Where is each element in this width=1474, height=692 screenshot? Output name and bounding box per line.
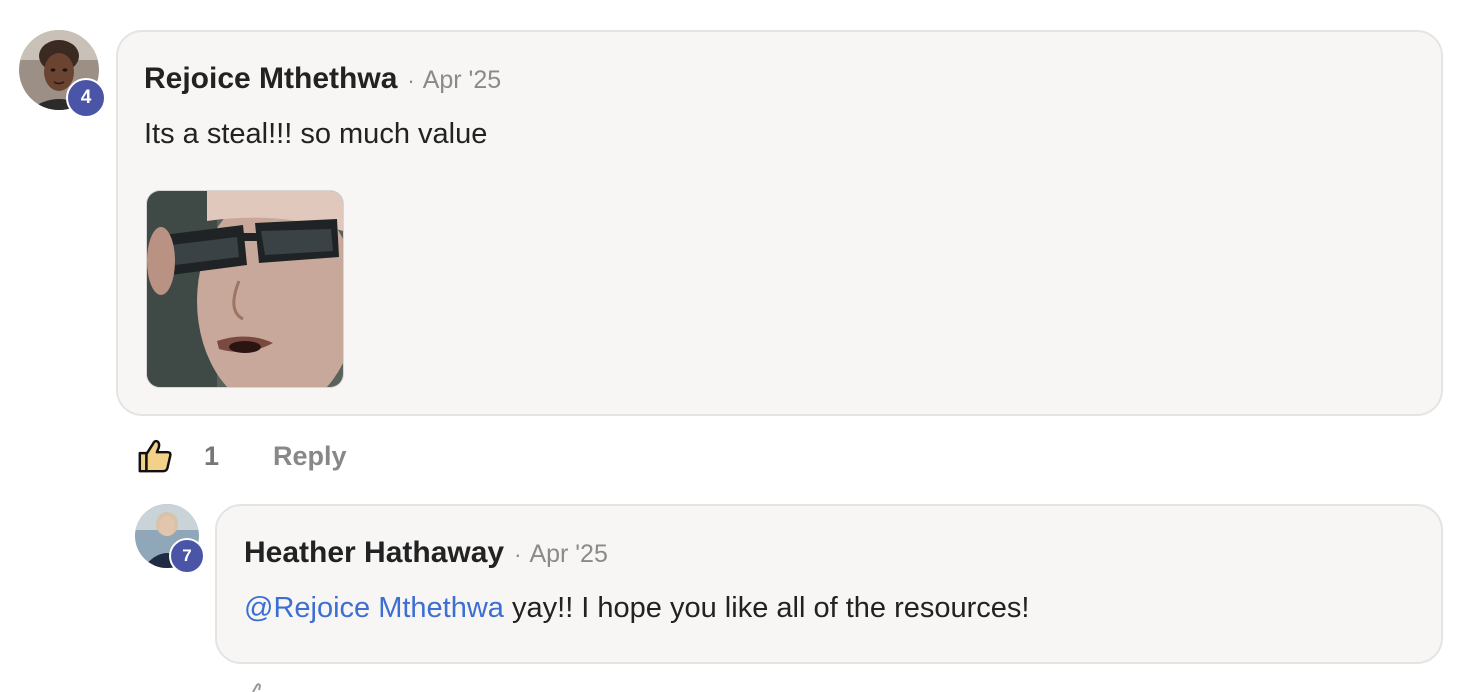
comment-thread: 4 Rejoice Mthethwa · Apr '25 Its a steal… bbox=[0, 0, 1474, 692]
meta-separator: · bbox=[407, 68, 415, 93]
reply-text: @Rejoice Mthethwa yay!! I hope you like … bbox=[244, 592, 1029, 625]
comment-actions: 1 Reply bbox=[136, 434, 347, 478]
reply-bubble: Heather Hathaway · Apr '25 @Rejoice Mthe… bbox=[215, 504, 1443, 664]
thumbs-up-icon-partial bbox=[252, 683, 262, 692]
comment-text: Its a steal!!! so much value bbox=[144, 118, 488, 150]
comment-date[interactable]: Apr '25 bbox=[423, 66, 501, 95]
like-count[interactable]: 1 bbox=[204, 441, 219, 472]
author-name[interactable]: Rejoice Mthethwa bbox=[144, 62, 397, 96]
reply-message: yay!! I hope you like all of the resourc… bbox=[503, 592, 1030, 624]
gif-image bbox=[147, 191, 343, 387]
reply-header: Heather Hathaway · Apr '25 bbox=[244, 536, 608, 570]
thumbs-up-icon[interactable] bbox=[244, 682, 268, 692]
thumbs-up-icon[interactable] bbox=[136, 437, 174, 475]
comment-header: Rejoice Mthethwa · Apr '25 bbox=[144, 62, 501, 96]
author-name[interactable]: Heather Hathaway bbox=[244, 536, 504, 570]
reply-date[interactable]: Apr '25 bbox=[529, 540, 607, 569]
level-badge: 7 bbox=[169, 538, 205, 574]
mention-link[interactable]: @Rejoice Mthethwa bbox=[244, 592, 504, 624]
avatar-rejoice[interactable]: 4 bbox=[19, 30, 106, 118]
gif-attachment[interactable] bbox=[146, 190, 344, 388]
reply-button[interactable]: Reply bbox=[273, 441, 347, 472]
avatar-heather[interactable]: 7 bbox=[135, 504, 205, 574]
comment-bubble: Rejoice Mthethwa · Apr '25 Its a steal!!… bbox=[116, 30, 1443, 416]
level-badge: 4 bbox=[66, 78, 106, 118]
meta-separator: · bbox=[514, 542, 522, 567]
